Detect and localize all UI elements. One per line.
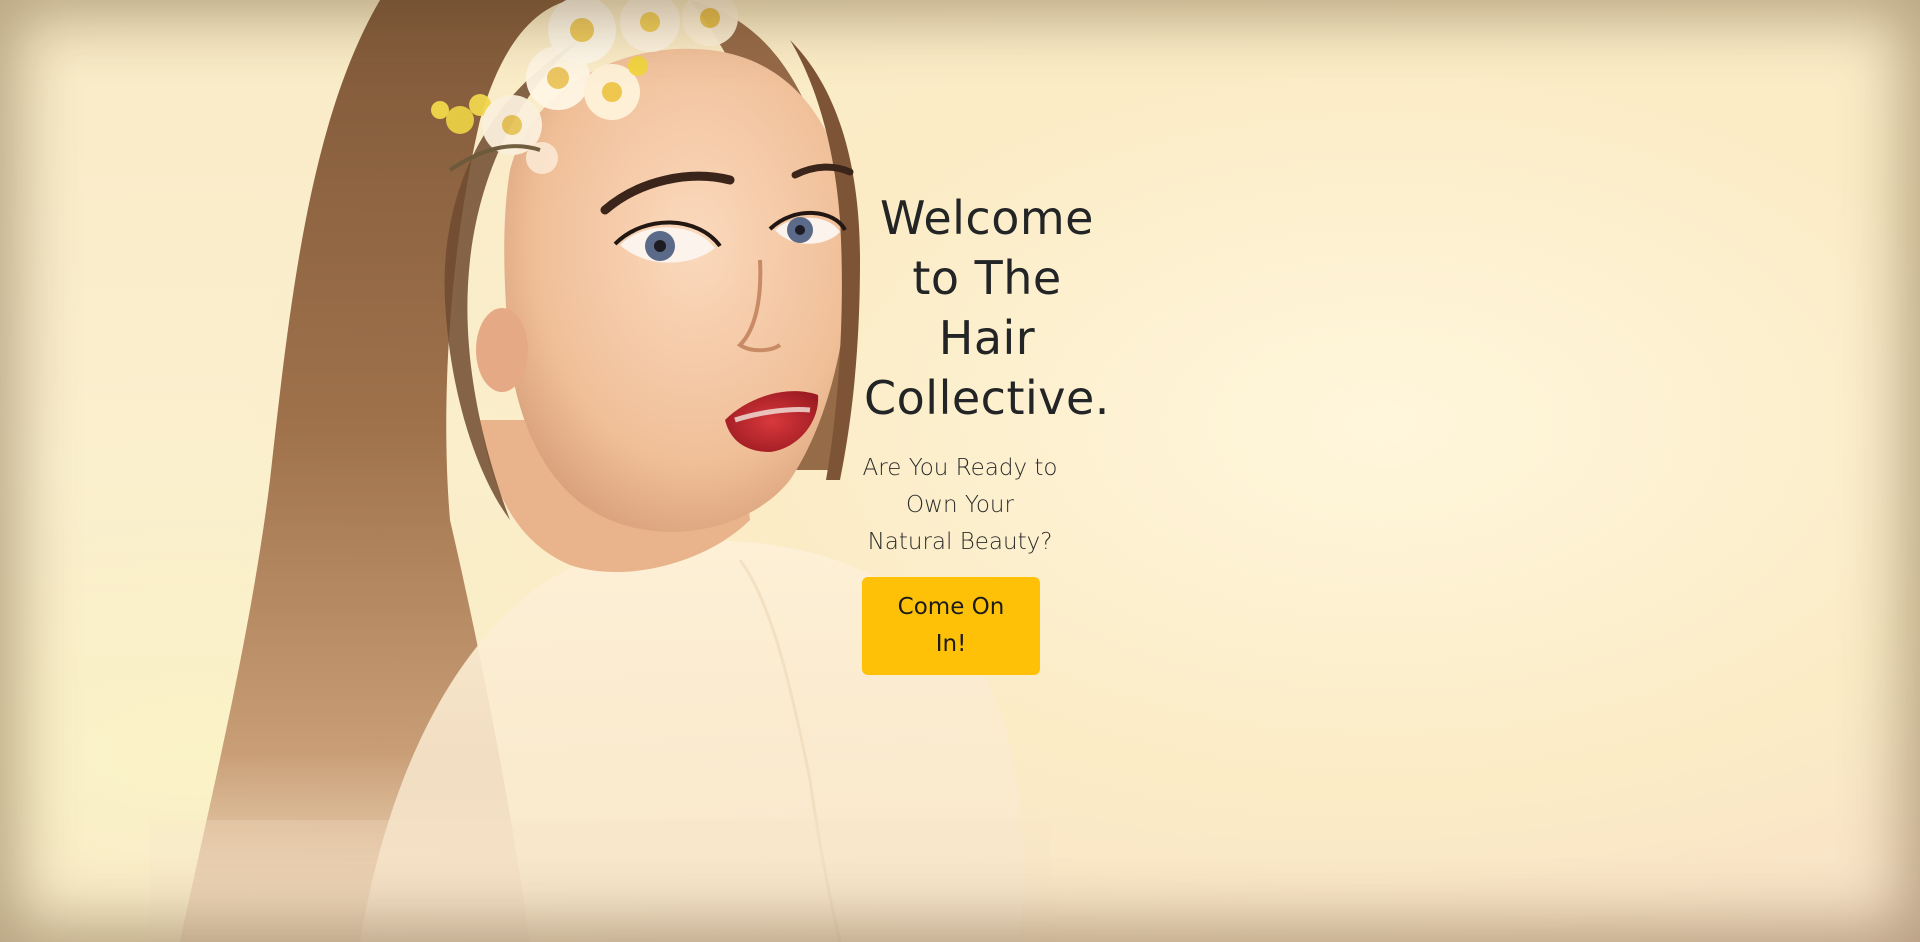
hero-section: Welcome to The Hair Collective. Are You … xyxy=(0,0,1920,942)
hero-title: Welcome to The Hair Collective. xyxy=(864,191,1110,425)
hero-intro: Welcome to The Hair Collective. Are You … xyxy=(862,188,1112,675)
come-on-in-button[interactable]: Come On In! xyxy=(862,577,1040,675)
hero-subtitle: Are You Ready to Own Your Natural Beauty… xyxy=(862,455,1058,555)
